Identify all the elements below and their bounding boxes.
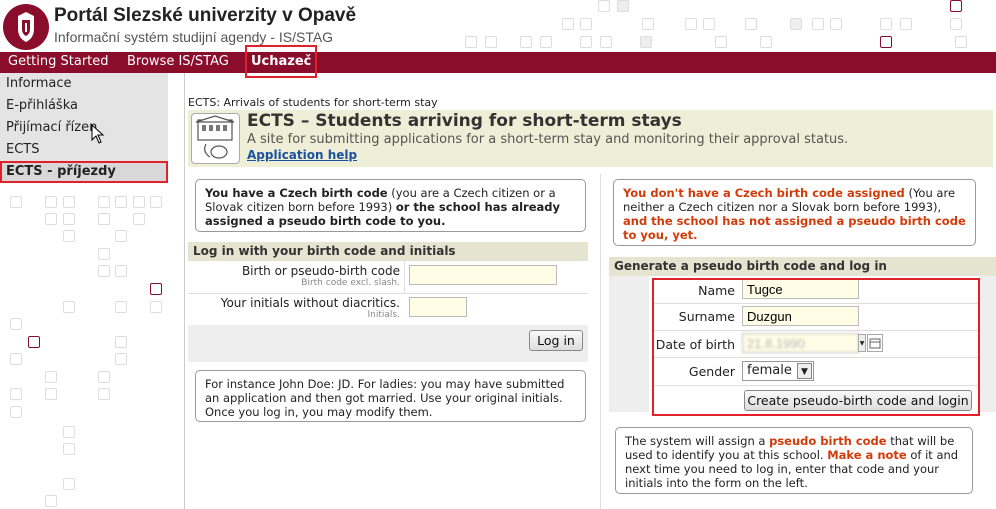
initials-label-text: Your initials without diacritics. xyxy=(220,296,400,310)
column-divider xyxy=(600,174,601,509)
login-form: Log in with your birth code and initials… xyxy=(188,242,588,362)
sidebar-item-ects-prijezdy[interactable]: ECTS - příjezdy xyxy=(0,161,168,183)
generate-section-title: Generate a pseudo birth code and log in xyxy=(609,257,996,276)
nocode-red2: and the school has not assigned a pseudo… xyxy=(623,214,966,242)
czech-info-bold1: You have a Czech birth code xyxy=(205,186,388,200)
birth-code-label-text: Birth or pseudo-birth code xyxy=(241,264,400,278)
birth-code-label: Birth or pseudo-birth code Birth code ex… xyxy=(188,264,400,288)
login-section-title: Log in with your birth code and initials xyxy=(188,242,588,261)
initials-hint: Initials. xyxy=(367,310,400,320)
portal-title: Portál Slezské univerzity v Opavě xyxy=(54,5,357,26)
page-banner: ECTS – Students arriving for short-term … xyxy=(188,110,993,167)
sidebar-item-informace[interactable]: Informace xyxy=(0,73,168,95)
university-logo[interactable] xyxy=(3,4,49,50)
nocode-red1: You don't have a Czech birth code assign… xyxy=(623,186,905,200)
breadcrumb: ECTS: Arrivals of students for short-ter… xyxy=(188,96,438,109)
header: Portál Slezské univerzity v Opavě Inform… xyxy=(0,0,996,52)
initials-example-info: For instance John Doe: JD. For ladies: y… xyxy=(195,370,586,422)
initials-label: Your initials without diacritics. Initia… xyxy=(188,296,400,320)
birth-code-login-column: You have a Czech birth code (you are a C… xyxy=(187,174,592,434)
page-description: A site for submitting applications for a… xyxy=(247,132,849,147)
system-red2: Make a note xyxy=(827,448,907,462)
portal-subtitle: Informační systém studijní agendy - IS/S… xyxy=(54,29,334,45)
menu-uchazec[interactable]: Uchazeč xyxy=(244,45,318,78)
system-assign-info: The system will assign a pseudo birth co… xyxy=(615,427,973,494)
sidebar: Informace E-přihláška Přijímací řízen EC… xyxy=(0,73,185,509)
application-help-link[interactable]: Application help xyxy=(247,148,357,162)
initials-input[interactable] xyxy=(409,297,467,317)
system-red1: pseudo birth code xyxy=(769,434,887,448)
czech-birth-code-info: You have a Czech birth code (you are a C… xyxy=(195,179,586,232)
main-menubar: Getting Started Browse IS/STAG Uchazeč xyxy=(0,45,996,78)
menu-getting-started[interactable]: Getting Started xyxy=(8,52,109,73)
sidebar-item-ects[interactable]: ECTS xyxy=(0,139,168,161)
no-birth-code-info: You don't have a Czech birth code assign… xyxy=(613,179,976,246)
ects-building-mouse-icon xyxy=(191,113,240,164)
sidebar-menu: Informace E-přihláška Přijímací řízen EC… xyxy=(0,73,168,183)
mouse-cursor-icon xyxy=(91,124,105,144)
birth-code-hint: Birth code excl. slash. xyxy=(301,278,400,288)
menu-browse-isstag[interactable]: Browse IS/STAG xyxy=(127,52,229,73)
system-text1: The system will assign a xyxy=(625,434,770,448)
log-in-button[interactable]: Log in xyxy=(529,330,583,351)
pseudo-birth-code-column: You don't have a Czech birth code assign… xyxy=(605,174,996,509)
page-title: ECTS – Students arriving for short-term … xyxy=(247,111,682,131)
sidebar-item-e-prihlaska[interactable]: E-přihláška xyxy=(0,95,168,117)
sidebar-item-prijimaci-rizeni[interactable]: Přijímací řízen xyxy=(0,117,168,139)
highlight-frame xyxy=(652,278,980,416)
birth-code-input[interactable] xyxy=(409,265,557,285)
